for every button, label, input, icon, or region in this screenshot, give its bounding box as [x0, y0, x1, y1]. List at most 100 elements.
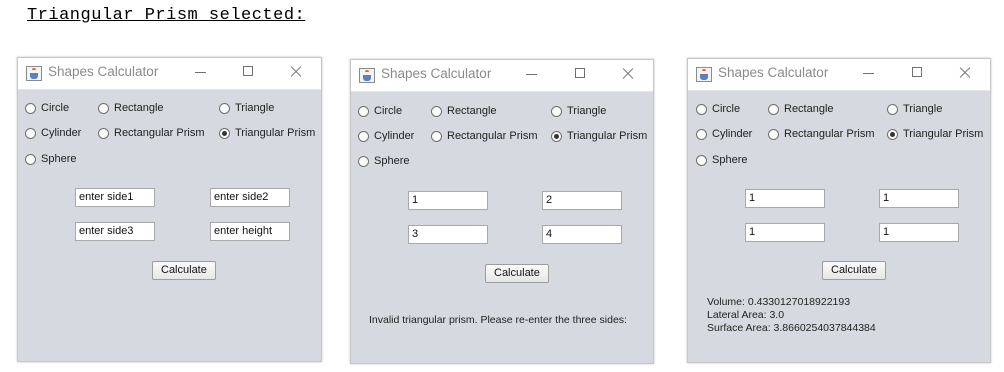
- volume-result: Volume: 0.4330127018922193: [707, 296, 851, 308]
- height-field[interactable]: enter height: [210, 222, 290, 241]
- window-title: Shapes Calculator: [718, 65, 829, 80]
- side3-field[interactable]: 1: [745, 223, 825, 242]
- close-button[interactable]: [952, 62, 978, 84]
- height-field[interactable]: 4: [542, 225, 622, 244]
- window-title: Shapes Calculator: [48, 64, 159, 79]
- radio-sphere[interactable]: Sphere: [358, 155, 409, 167]
- radio-label: Rectangular Prism: [114, 127, 205, 139]
- radio-indicator: [358, 130, 369, 142]
- side3-field[interactable]: enter side3: [75, 222, 155, 241]
- side1-field[interactable]: 1: [408, 191, 488, 210]
- radio-label: Triangle: [235, 102, 275, 114]
- side2-field[interactable]: enter side2: [210, 188, 290, 207]
- radio-indicator: [219, 102, 230, 114]
- title-bar[interactable]: Shapes Calculator: [688, 59, 990, 91]
- radio-rectangle[interactable]: Rectangle: [98, 102, 164, 114]
- radio-indicator: [431, 130, 442, 142]
- radio-indicator: [551, 105, 562, 117]
- maximize-icon: [243, 66, 253, 76]
- radio-label: Cylinder: [41, 127, 82, 139]
- radio-circle[interactable]: Circle: [25, 102, 69, 114]
- close-button[interactable]: [283, 61, 309, 83]
- radio-label: Triangular Prism: [567, 130, 648, 142]
- side2-field[interactable]: 1: [879, 189, 959, 208]
- radio-label: Cylinder: [374, 130, 415, 142]
- radio-label: Cylinder: [712, 128, 753, 140]
- java-app-icon: [359, 68, 375, 83]
- radio-indicator: [358, 155, 369, 167]
- radio-label: Sphere: [712, 154, 748, 166]
- radio-cylinder[interactable]: Cylinder: [696, 128, 752, 140]
- radio-indicator: [696, 103, 707, 115]
- radio-triangular-prism[interactable]: Triangular Prism: [551, 130, 647, 142]
- calculate-button[interactable]: Calculate: [152, 261, 216, 280]
- minimize-icon: [526, 74, 537, 75]
- side2-field[interactable]: 2: [542, 191, 622, 210]
- radio-triangular-prism[interactable]: Triangular Prism: [219, 127, 315, 139]
- radio-rectangular-prism[interactable]: Rectangular Prism: [768, 128, 874, 140]
- radio-indicator: [696, 154, 707, 166]
- minimize-button[interactable]: [519, 63, 545, 85]
- radio-label: Circle: [712, 103, 741, 115]
- radio-label: Sphere: [374, 155, 410, 167]
- shapes-calculator-window-3: Shapes Calculator Circle Rectangle Trian…: [687, 58, 991, 363]
- radio-cylinder[interactable]: Cylinder: [358, 130, 414, 142]
- maximize-icon: [912, 67, 922, 77]
- radio-triangle[interactable]: Triangle: [219, 102, 274, 114]
- radio-indicator: [358, 105, 369, 117]
- radio-indicator: [25, 127, 36, 139]
- radio-label: Rectangle: [784, 103, 834, 115]
- height-field[interactable]: 1: [879, 223, 959, 242]
- radio-indicator-selected: [887, 128, 898, 140]
- surface-area-result: Surface Area: 3.8660254037844384: [707, 322, 876, 334]
- side1-field[interactable]: 1: [745, 189, 825, 208]
- radio-label: Rectangle: [447, 105, 497, 117]
- java-app-icon: [26, 66, 42, 81]
- radio-circle[interactable]: Circle: [696, 103, 740, 115]
- radio-indicator: [887, 103, 898, 115]
- radio-indicator: [25, 102, 36, 114]
- radio-sphere[interactable]: Sphere: [696, 154, 747, 166]
- maximize-button[interactable]: [904, 62, 930, 84]
- radio-label: Triangular Prism: [235, 127, 316, 139]
- side3-field[interactable]: 3: [408, 225, 488, 244]
- radio-rectangle[interactable]: Rectangle: [431, 105, 497, 117]
- close-button[interactable]: [615, 63, 641, 85]
- radio-triangle[interactable]: Triangle: [887, 103, 942, 115]
- radio-indicator-selected: [551, 130, 562, 142]
- radio-cylinder[interactable]: Cylinder: [25, 127, 81, 139]
- title-bar[interactable]: Shapes Calculator: [351, 60, 653, 92]
- calculate-button[interactable]: Calculate: [822, 261, 886, 280]
- minimize-icon: [195, 72, 206, 73]
- radio-label: Triangular Prism: [903, 128, 984, 140]
- radio-label: Rectangular Prism: [447, 130, 538, 142]
- window-title: Shapes Calculator: [381, 66, 492, 81]
- radio-circle[interactable]: Circle: [358, 105, 402, 117]
- page-heading: Triangular Prism selected:: [27, 6, 306, 25]
- side1-field[interactable]: enter side1: [75, 188, 155, 207]
- radio-rectangular-prism[interactable]: Rectangular Prism: [431, 130, 537, 142]
- minimize-button[interactable]: [856, 62, 882, 84]
- radio-label: Rectangle: [114, 102, 164, 114]
- radio-label: Triangle: [567, 105, 607, 117]
- title-bar[interactable]: Shapes Calculator: [18, 58, 321, 90]
- maximize-button[interactable]: [235, 61, 261, 83]
- radio-label: Circle: [41, 102, 70, 114]
- java-app-icon: [696, 67, 712, 82]
- calculate-button[interactable]: Calculate: [485, 264, 549, 283]
- radio-rectangular-prism[interactable]: Rectangular Prism: [98, 127, 204, 139]
- radio-indicator: [98, 102, 109, 114]
- maximize-icon: [575, 68, 585, 78]
- error-message: Invalid triangular prism. Please re-ente…: [369, 314, 627, 326]
- radio-rectangle[interactable]: Rectangle: [768, 103, 834, 115]
- radio-indicator: [768, 128, 779, 140]
- maximize-button[interactable]: [567, 63, 593, 85]
- radio-indicator: [768, 103, 779, 115]
- radio-sphere[interactable]: Sphere: [25, 153, 76, 165]
- radio-triangle[interactable]: Triangle: [551, 105, 606, 117]
- minimize-button[interactable]: [188, 61, 214, 83]
- radio-indicator: [431, 105, 442, 117]
- radio-indicator: [25, 153, 36, 165]
- shapes-calculator-window-2: Shapes Calculator Circle Rectangle Trian…: [350, 59, 654, 364]
- radio-triangular-prism[interactable]: Triangular Prism: [887, 128, 983, 140]
